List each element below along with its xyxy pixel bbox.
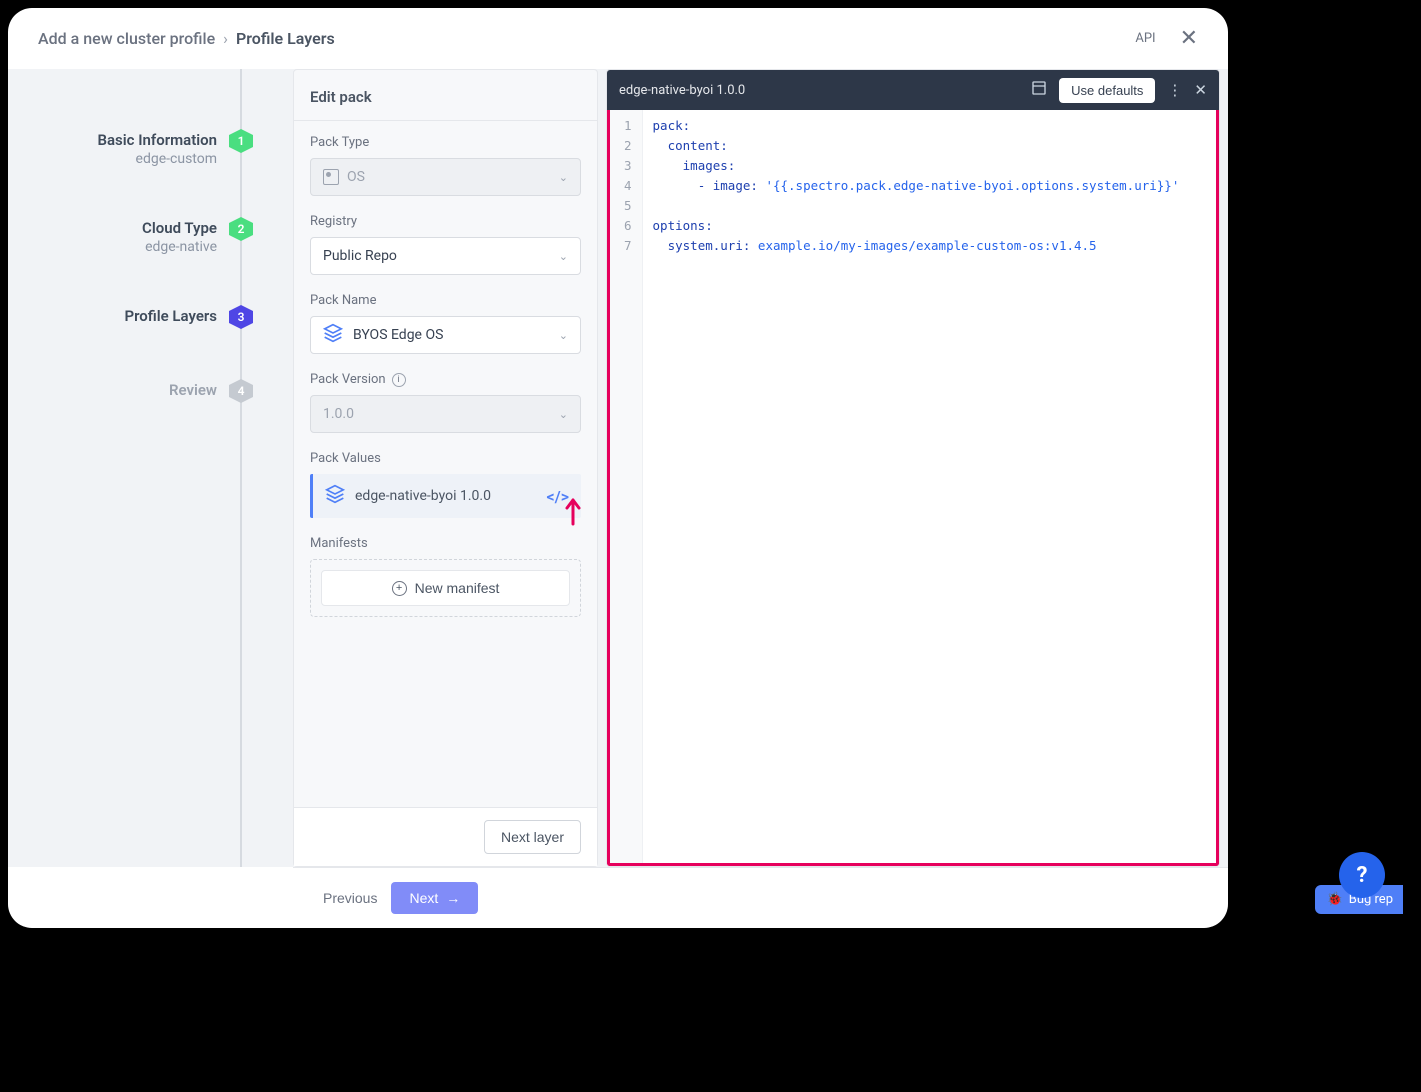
pack-values-label: Pack Values	[310, 451, 581, 466]
step-basic-information[interactable]: Basic Information edge-custom 1	[8, 129, 253, 167]
close-icon[interactable]: ✕	[1194, 81, 1207, 99]
hexagon-icon: 4	[229, 379, 253, 403]
step-title: Cloud Type	[142, 219, 217, 237]
step-title: Basic Information	[97, 131, 217, 149]
hexagon-icon: 2	[229, 217, 253, 241]
registry-value: Public Repo	[323, 248, 397, 264]
step-cloud-type[interactable]: Cloud Type edge-native 2	[8, 217, 253, 255]
app-window: Add a new cluster profile › Profile Laye…	[8, 8, 1228, 928]
pack-name-value: BYOS Edge OS	[353, 327, 443, 343]
pack-version-value: 1.0.0	[323, 406, 354, 422]
layers-icon	[325, 484, 345, 508]
next-button-label: Next	[409, 890, 438, 906]
code-editor-body[interactable]: 1234567 pack: content: images: - image: …	[607, 110, 1219, 866]
step-review[interactable]: Review 4	[8, 379, 253, 403]
help-fab-button[interactable]: ?	[1339, 852, 1385, 898]
bottom-bar: Previous Next →	[293, 867, 1228, 928]
step-title: Profile Layers	[124, 307, 217, 325]
hexagon-icon: 3	[229, 305, 253, 329]
registry-label: Registry	[310, 214, 581, 229]
manifests-label: Manifests	[310, 536, 581, 551]
next-layer-button[interactable]: Next layer	[484, 820, 581, 854]
pack-type-select[interactable]: OS ⌄	[310, 158, 581, 196]
step-subtitle: edge-custom	[97, 151, 217, 167]
close-icon[interactable]: ✕	[1180, 26, 1198, 51]
pack-version-label: Pack Version i	[310, 372, 581, 387]
layers-icon	[323, 323, 343, 347]
code-lines[interactable]: pack: content: images: - image: '{{.spec…	[643, 110, 1216, 863]
pack-name-label: Pack Name	[310, 293, 581, 308]
breadcrumb-current: Profile Layers	[236, 29, 335, 48]
code-icon[interactable]: </>	[546, 487, 569, 506]
chevron-down-icon: ⌄	[559, 171, 568, 184]
info-icon[interactable]: i	[392, 373, 406, 387]
hexagon-icon: 1	[229, 129, 253, 153]
bug-icon: 🐞	[1327, 892, 1343, 907]
os-icon	[323, 169, 339, 185]
breadcrumb-main: Add a new cluster profile	[38, 29, 215, 48]
manifest-box: + New manifest	[310, 559, 581, 617]
new-manifest-button[interactable]: + New manifest	[321, 570, 570, 606]
pack-type-label: Pack Type	[310, 135, 581, 150]
header: Add a new cluster profile › Profile Laye…	[8, 8, 1228, 69]
pack-value-text: edge-native-byoi 1.0.0	[355, 488, 491, 504]
edit-pack-panel: Edit pack Pack Type OS ⌄ Registry Public…	[293, 69, 598, 867]
edit-panel-footer: Next layer	[294, 807, 597, 866]
chevron-down-icon: ⌄	[559, 250, 568, 263]
pack-value-item[interactable]: edge-native-byoi 1.0.0 </>	[310, 474, 581, 518]
pack-type-value: OS	[347, 169, 365, 185]
step-title: Review	[169, 381, 217, 399]
body: Basic Information edge-custom 1 Cloud Ty…	[8, 69, 1228, 867]
registry-select[interactable]: Public Repo ⌄	[310, 237, 581, 275]
edit-pack-title: Edit pack	[294, 70, 597, 121]
next-button[interactable]: Next →	[391, 882, 478, 914]
chevron-down-icon: ⌄	[559, 408, 568, 421]
api-link[interactable]: API	[1135, 31, 1155, 46]
code-editor-panel: edge-native-byoi 1.0.0 Use defaults ⋮ ✕ …	[606, 69, 1220, 867]
stepper-line	[240, 69, 242, 867]
kebab-menu-icon[interactable]: ⋮	[1167, 81, 1182, 99]
step-subtitle: edge-native	[142, 239, 217, 255]
pack-name-select[interactable]: BYOS Edge OS ⌄	[310, 316, 581, 354]
breadcrumb-separator: ›	[223, 29, 228, 48]
code-editor-title: edge-native-byoi 1.0.0	[619, 83, 1031, 98]
use-defaults-button[interactable]: Use defaults	[1059, 78, 1155, 103]
plus-circle-icon: +	[392, 581, 407, 596]
arrow-right-icon: →	[446, 890, 460, 906]
step-profile-layers[interactable]: Profile Layers 3	[8, 305, 253, 329]
previous-button[interactable]: Previous	[323, 890, 377, 906]
pack-version-select[interactable]: 1.0.0 ⌄	[310, 395, 581, 433]
chevron-down-icon: ⌄	[559, 329, 568, 342]
line-number-gutter: 1234567	[610, 110, 643, 863]
stepper: Basic Information edge-custom 1 Cloud Ty…	[8, 69, 253, 867]
new-manifest-label: New manifest	[415, 580, 500, 596]
code-editor-header: edge-native-byoi 1.0.0 Use defaults ⋮ ✕	[607, 70, 1219, 110]
expand-icon[interactable]	[1031, 80, 1047, 100]
